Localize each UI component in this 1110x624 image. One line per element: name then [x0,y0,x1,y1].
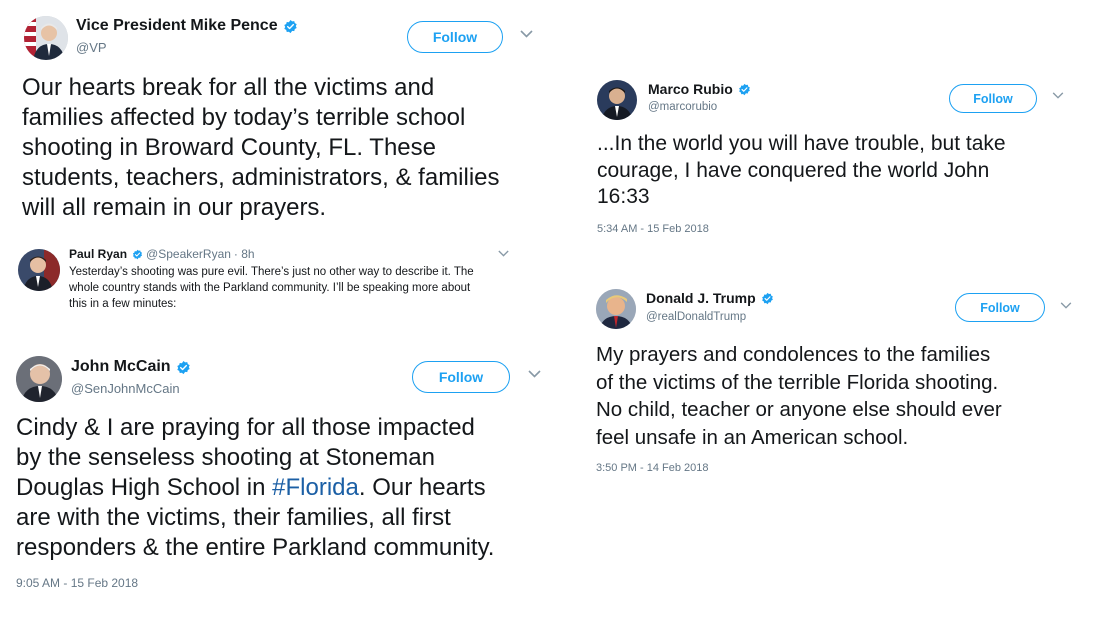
tweet-text-line: are with the victims, their families, al… [16,504,451,531]
avatar-ryan[interactable] [18,249,60,291]
tweet-text-line: by the senseless shooting at Stoneman [16,444,435,471]
tweet-text: Yesterday’s shooting was pure evil. Ther… [69,264,474,312]
name-row: Paul Ryan @SpeakerRyan · 8h [69,247,255,261]
tweet-text-line: Yesterday’s shooting was pure evil. Ther… [69,266,474,278]
chevron-down-icon[interactable] [528,370,541,378]
chevron-down-icon[interactable] [1052,92,1064,99]
tweet-text-line: whole country stands with the Parkland c… [69,282,471,294]
tweet-text-line: courage, I have conquered the world John [597,158,990,182]
display-name[interactable]: Vice President Mike Pence [76,17,278,35]
chevron-down-icon[interactable] [498,250,509,257]
tweet-text: My prayers and condolences to the famili… [596,341,1002,451]
display-name[interactable]: John McCain [71,358,171,376]
display-name[interactable]: Marco Rubio [648,81,733,97]
tweet-text-line: this in a few minutes: [69,298,177,310]
verified-badge-icon [176,360,191,375]
avatar-mccain[interactable] [16,356,62,402]
tweet-text: ...In the world you will have trouble, b… [597,131,1006,211]
tweet-text-line: 16:33 [597,185,650,208]
tweet-text-fragment: . Our hearts [358,474,486,501]
chevron-down-icon[interactable] [1060,302,1072,309]
display-name[interactable]: Paul Ryan [69,247,127,261]
tweet-text-line: responders & the entire Parkland communi… [16,534,495,561]
hashtag-link[interactable]: #Florida [272,474,359,501]
avatar-trump[interactable] [596,289,636,329]
tweet-timestamp[interactable]: 5:34 AM - 15 Feb 2018 [597,223,709,235]
tweet-text-line: Our hearts break for all the victims and [22,74,435,101]
name-row: Vice President Mike Pence [76,17,298,35]
name-row: Marco Rubio [648,81,751,97]
verified-badge-icon [761,292,774,305]
user-handle[interactable]: @SpeakerRyan [146,247,231,261]
user-handle[interactable]: @realDonaldTrump [646,311,746,323]
follow-button[interactable]: Follow [407,21,503,53]
verified-badge-icon [283,19,298,34]
follow-button[interactable]: Follow [412,361,510,393]
tweet-text-line: families affected by today’s terrible sc… [22,104,466,131]
user-handle[interactable]: @marcorubio [648,101,717,113]
tweet-text-line: students, teachers, administrators, & fa… [22,164,500,191]
follow-button[interactable]: Follow [949,84,1037,113]
tweet-text: Our hearts break for all the victims and… [22,73,500,223]
name-row: Donald J. Trump [646,290,774,306]
name-row: John McCain [71,358,191,376]
tweet-text-line: No child, teacher or anyone else should … [596,398,1002,421]
tweet-text-line: shooting in Broward County, FL. These [22,134,436,161]
tweet-text-fragment: Douglas High School in [16,474,273,501]
tweet-text-line: Douglas High School in #Florida. Our hea… [16,473,494,503]
avatar-pence[interactable] [24,16,68,60]
tweet-text-line: feel unsafe in an American school. [596,425,909,449]
verified-badge-icon [738,83,751,96]
tweet-text-line: Cindy & I are praying for all those impa… [16,414,475,441]
verified-badge-icon [132,249,143,260]
tweet-text-line: will all remain in our prayers. [22,194,327,221]
tweet-timestamp[interactable]: 3:50 PM - 14 Feb 2018 [596,462,709,474]
user-handle[interactable]: @VP [76,40,107,55]
tweet-text: Cindy & I are praying for all those impa… [16,413,494,563]
tweet-text-line: My prayers and condolences to the famili… [596,343,991,366]
follow-button[interactable]: Follow [955,293,1045,322]
avatar-rubio[interactable] [597,80,637,120]
user-handle[interactable]: @SenJohnMcCain [71,381,180,396]
chevron-down-icon[interactable] [520,30,533,38]
tweet-text-line: ...In the world you will have trouble, b… [597,132,1006,155]
display-name[interactable]: Donald J. Trump [646,290,756,306]
tweet-timestamp[interactable]: 9:05 AM - 15 Feb 2018 [16,576,138,590]
tweet-age[interactable]: · 8h [234,247,255,261]
tweet-text-line: of the victims of the terrible Florida s… [596,370,999,394]
